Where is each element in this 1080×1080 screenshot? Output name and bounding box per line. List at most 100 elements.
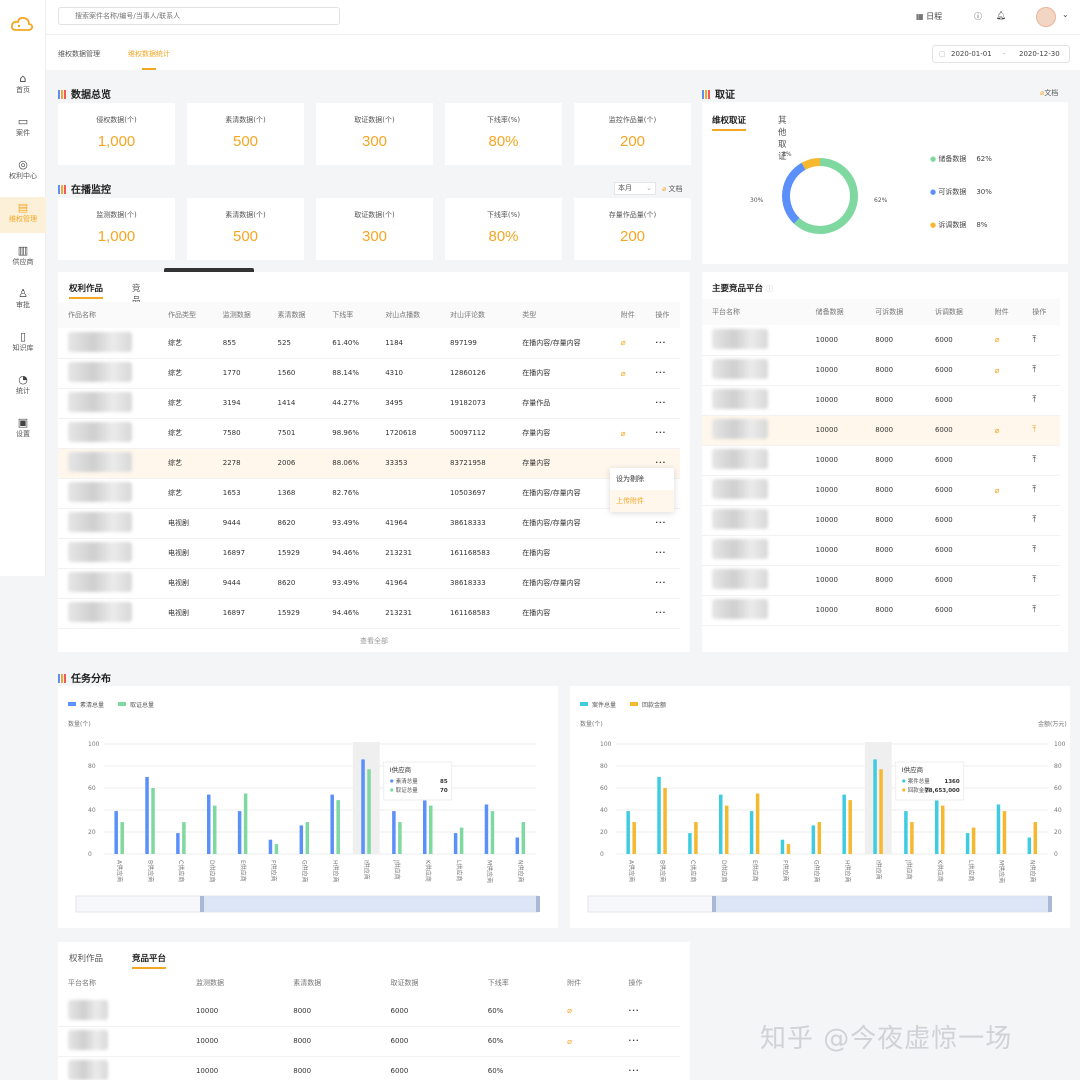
more-icon[interactable]: ···: [655, 609, 666, 617]
table-row[interactable]: 10000 8000 6000 ⌀ ⤒: [702, 475, 1060, 506]
doc-link[interactable]: ⌀ 文档: [662, 184, 682, 194]
table-row[interactable]: 综艺 1770 1560 88.14% 4310 12860126 在播内容 ⌀ ···: [58, 358, 680, 389]
more-icon[interactable]: ···: [655, 549, 666, 557]
sidebar-item-4[interactable]: ▥ 供应商: [0, 240, 46, 276]
table-row[interactable]: 电视剧 9444 8620 93.49% 41964 38618333 在播内容/存量内容 ·…: [58, 508, 680, 539]
upload-icon[interactable]: ⤒: [1032, 425, 1036, 435]
paperclip-icon[interactable]: ⌀: [621, 429, 626, 438]
table-row[interactable]: 电视剧 16897 15929 94.46% 213231 161168583 在播内容 ··…: [58, 538, 680, 569]
bar: [626, 811, 630, 854]
avatar[interactable]: [1036, 7, 1056, 27]
chevron-down-icon[interactable]: ⌄: [1062, 10, 1069, 19]
sidebar-item-6[interactable]: ▯ 知识库: [0, 326, 46, 362]
tab-rights-works[interactable]: 权利作品: [69, 282, 104, 299]
attachment-cell: ⌀: [557, 1026, 619, 1057]
table-row[interactable]: 综艺 3194 1414 44.27% 3495 19182073 存量作品 ···: [58, 388, 680, 419]
table-row[interactable]: 综艺 7580 7501 98.96% 1720618 50097112 存量内容 ⌀ ···: [58, 418, 680, 449]
zoom-handle-left[interactable]: [200, 896, 204, 912]
paperclip-icon[interactable]: ⌀: [995, 426, 1000, 435]
table-row[interactable]: 综艺 2278 2006 88.06% 33353 83721958 存量内容 ···: [58, 448, 680, 479]
upload-icon[interactable]: ⤒: [1032, 365, 1036, 375]
table-row[interactable]: 10000 8000 6000 60% ⌀ ···: [58, 1026, 680, 1057]
evidence-doc-link[interactable]: ⌀文档: [1040, 88, 1058, 98]
sidebar-item-1[interactable]: ▭ 案件: [0, 111, 46, 147]
table-row[interactable]: 10000 8000 6000 ⤒: [702, 445, 1060, 476]
table-row[interactable]: 10000 8000 6000 ⤒: [702, 595, 1060, 626]
table-row[interactable]: 10000 8000 6000 ⌀ ⤒: [702, 355, 1060, 386]
zoom-handle-right[interactable]: [536, 896, 540, 912]
table-cell: 9444: [212, 508, 268, 539]
platforms-panel: 主要竞品平台 ⓘ 平台名称 储备数据 可诉数据 诉调数据 附件 操作 10000 8000 60…: [702, 272, 1068, 652]
menu-item-upload[interactable]: 上传附件: [610, 490, 674, 512]
paperclip-icon[interactable]: ⌀: [995, 486, 1000, 495]
upload-icon[interactable]: ⤒: [1032, 335, 1036, 345]
table-row[interactable]: 10000 8000 6000 ⤒: [702, 565, 1060, 596]
sidebar-item-8[interactable]: ▣ 设置: [0, 412, 46, 448]
table-row[interactable]: 电视剧 16897 15929 94.46% 213231 161168583 在播内容 ··…: [58, 598, 680, 629]
upload-icon[interactable]: ⤒: [1032, 575, 1036, 585]
attachment-cell: ⌀: [610, 328, 646, 359]
tab-rights-data-stats[interactable]: 维权数据统计: [128, 49, 170, 70]
calendar-button[interactable]: ▦ 日程: [916, 11, 942, 22]
zoom-window[interactable]: [202, 896, 538, 912]
table-row[interactable]: 10000 8000 6000 ⤒: [702, 385, 1060, 416]
more-icon[interactable]: ···: [655, 459, 666, 467]
table-row[interactable]: 10000 8000 6000 ⤒: [702, 505, 1060, 536]
more-icon[interactable]: ···: [655, 339, 666, 347]
search-input[interactable]: [58, 7, 340, 25]
x-tick-label: M供应商: [486, 860, 494, 883]
more-icon[interactable]: ···: [655, 519, 666, 527]
tab-rights-evidence[interactable]: 维权取证: [712, 114, 747, 131]
table-row[interactable]: 综艺 855 525 61.40% 1184 897199 在播内容/存量内容 ⌀ ···: [58, 328, 680, 359]
bell-icon[interactable]: 🔔︎: [996, 11, 1006, 20]
table-row[interactable]: 10000 8000 6000 60% ···: [58, 1056, 680, 1080]
sidebar-item-2[interactable]: ◎ 权利中心: [0, 154, 46, 190]
more-icon[interactable]: ···: [655, 399, 666, 407]
date-range-picker[interactable]: ▢ 2020-01-01 - 2020-12-30: [932, 45, 1070, 63]
table-cell: 10000: [805, 325, 866, 356]
more-icon[interactable]: ···: [629, 1007, 640, 1015]
table-row[interactable]: 综艺1653136882.76%10503697在播内容/存量内容···: [58, 478, 680, 509]
paperclip-icon[interactable]: ⌀: [995, 366, 1000, 375]
paperclip-icon[interactable]: ⌀: [621, 369, 626, 378]
more-icon[interactable]: ···: [655, 579, 666, 587]
tab-rights-data-mgmt[interactable]: 维权数据管理: [58, 49, 100, 59]
chart-panel-1: 素清总量 取证总量 数量(个) 0 20 40 60 80 100 A供应商 B供应商 C供应商 D供应…: [58, 686, 558, 928]
more-icon[interactable]: ···: [655, 429, 666, 437]
table-cell: 525: [267, 328, 323, 359]
tab-rights-works[interactable]: 权利作品: [69, 952, 103, 964]
paperclip-icon[interactable]: ⌀: [995, 335, 1000, 344]
zoom-handle-left[interactable]: [712, 896, 716, 912]
upload-icon[interactable]: ⤒: [1032, 485, 1036, 495]
more-icon[interactable]: ···: [629, 1067, 640, 1075]
paperclip-icon[interactable]: ⌀: [567, 1006, 572, 1015]
table-row[interactable]: 10000 8000 6000 ⌀ ⤒: [702, 325, 1060, 356]
zoom-handle-right[interactable]: [1048, 896, 1052, 912]
upload-icon[interactable]: ⤒: [1032, 545, 1036, 555]
tab-competitor-platforms[interactable]: 竞品平台: [132, 952, 167, 969]
upload-icon[interactable]: ⤒: [1032, 605, 1036, 615]
sidebar-item-5[interactable]: ♙ 审批: [0, 283, 46, 319]
more-icon[interactable]: ···: [629, 1037, 640, 1045]
sidebar-item-7[interactable]: ◔ 统计: [0, 369, 46, 405]
y-tick-label: 80: [88, 763, 96, 770]
period-select[interactable]: 本月 ⌄: [614, 182, 656, 195]
view-all-link[interactable]: 查看全部: [58, 636, 690, 646]
sidebar-item-3[interactable]: ▤ 维权管理: [0, 197, 46, 233]
menu-item-exclude[interactable]: 设为剔除: [610, 468, 674, 490]
table-row[interactable]: 10000 8000 6000 ⤒: [702, 535, 1060, 566]
zoom-window[interactable]: [714, 896, 1050, 912]
sidebar-item-0[interactable]: ⌂ 首页: [0, 68, 46, 104]
table-row[interactable]: 电视剧 9444 8620 93.49% 41964 38618333 在播内容/存量内容 ·…: [58, 568, 680, 599]
upload-icon[interactable]: ⤒: [1032, 515, 1036, 525]
more-icon[interactable]: ···: [655, 369, 666, 377]
table-row[interactable]: 10000 8000 6000 ⌀ ⤒: [702, 415, 1060, 446]
paperclip-icon[interactable]: ⌀: [567, 1037, 572, 1046]
table-row[interactable]: 10000 8000 6000 60% ⌀ ···: [58, 996, 680, 1027]
upload-icon[interactable]: ⤒: [1032, 455, 1036, 465]
paperclip-icon[interactable]: ⌀: [621, 338, 626, 347]
help-icon[interactable]: ⓘ: [974, 11, 982, 22]
upload-icon[interactable]: ⤒: [1032, 395, 1036, 405]
evidence-title: 取证: [702, 86, 735, 101]
table-cell: 电视剧: [158, 508, 213, 539]
